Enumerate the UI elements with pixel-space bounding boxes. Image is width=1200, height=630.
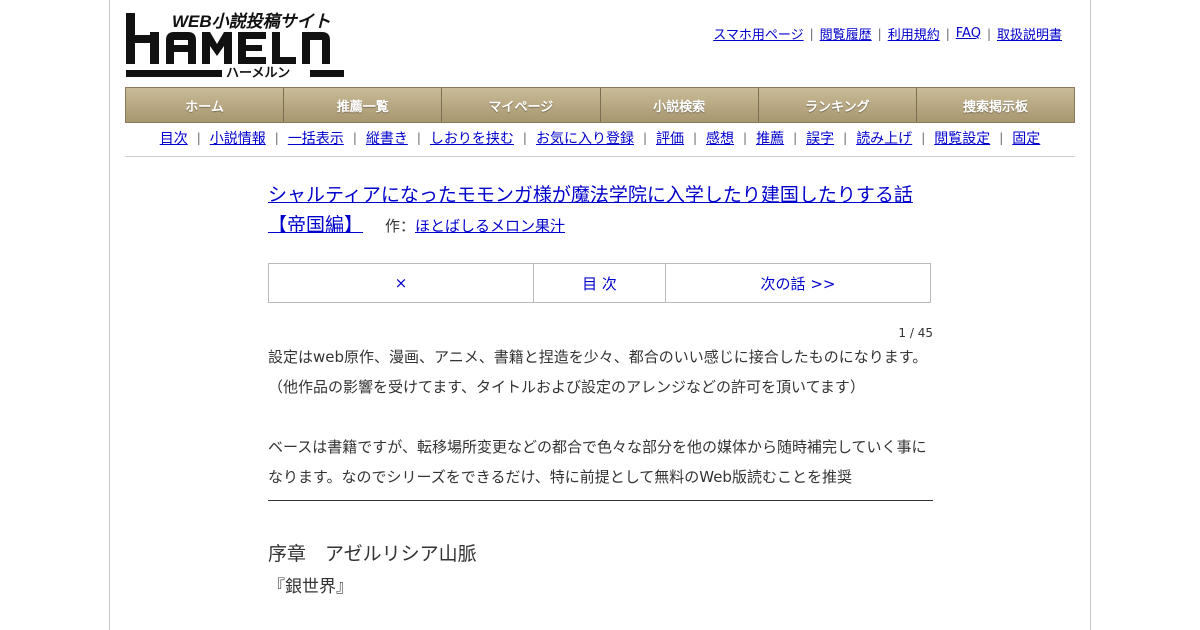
subnav-review[interactable]: 感想: [706, 128, 734, 148]
divider: [125, 156, 1075, 157]
nav-recommendations[interactable]: 推薦一覧: [284, 88, 443, 122]
preface-line: ベースは書籍ですが、転移場所変更などの都合で色々な部分を他の媒体から随時補完して…: [268, 438, 927, 486]
nav-search-board[interactable]: 捜索掲示板: [917, 88, 1074, 122]
page-container: WEB小説投稿サイト ハーメルン スマホ用ページ | 閲覧履歴 | 利用規約 |…: [109, 0, 1091, 630]
logo-kana: ハーメルン: [226, 65, 290, 80]
subnav-pin[interactable]: 固定: [1012, 128, 1040, 148]
preface: 設定はweb原作、漫画、アニメ、書籍と捏造を少々、都合のいい感じに接合したものに…: [268, 342, 933, 492]
global-nav: ホーム 推薦一覧 マイページ 小説検索 ランキング 捜索掲示板: [125, 87, 1075, 123]
chapter-heading: 序章 アゼルリシア山脈: [268, 543, 477, 565]
novel-sub-nav: 目次 | 小説情報 | 一括表示 | 縦書き | しおりを挟む | お気に入り登録 | 評価…: [125, 128, 1075, 148]
subnav-show-all[interactable]: 一括表示: [288, 128, 344, 148]
subnav-recommend[interactable]: 推薦: [756, 128, 784, 148]
nav-novel-search[interactable]: 小説検索: [601, 88, 759, 122]
logo-tagline: WEB小説投稿サイト: [172, 12, 331, 31]
faq-link[interactable]: FAQ: [956, 26, 981, 41]
main-content: シャルティアになったモモンガ様が魔法学院に入学したり建国したりする話【帝国編】作…: [268, 180, 933, 597]
nav-ranking[interactable]: ランキング: [759, 88, 917, 122]
story-title-block: シャルティアになったモモンガ様が魔法学院に入学したり建国したりする話【帝国編】作…: [268, 180, 933, 241]
nav-mypage[interactable]: マイページ: [442, 88, 601, 122]
terms-link[interactable]: 利用規約: [888, 24, 940, 43]
subnav-rate[interactable]: 評価: [656, 128, 684, 148]
author-link[interactable]: ほとばしるメロン果汁: [415, 217, 565, 235]
page-counter: 1 / 45: [898, 326, 933, 340]
story-title-link[interactable]: シャルティアになったモモンガ様が魔法学院に入学したり建国したりする話【帝国編】: [268, 184, 913, 236]
next-chapter-button[interactable]: 次の話 >>: [666, 264, 930, 302]
toc-button[interactable]: 目 次: [534, 264, 666, 302]
author-info: 作：ほとばしるメロン果汁: [385, 217, 565, 235]
subnav-bookmark[interactable]: しおりを挟む: [430, 128, 514, 148]
chapter-nav: × 目 次 次の話 >>: [268, 263, 931, 303]
chapter-subtitle: 『銀世界』: [268, 577, 353, 597]
subnav-view-settings[interactable]: 閲覧設定: [934, 128, 990, 148]
subnav-novel-info[interactable]: 小説情報: [210, 128, 266, 148]
nav-home[interactable]: ホーム: [126, 88, 285, 122]
author-prefix: 作：: [385, 217, 416, 235]
smartphone-page-link[interactable]: スマホ用ページ: [713, 24, 803, 43]
browsing-history-link[interactable]: 閲覧履歴: [820, 24, 872, 43]
subnav-typo[interactable]: 誤字: [806, 128, 834, 148]
close-button[interactable]: ×: [269, 264, 534, 302]
preface-divider: [268, 500, 933, 501]
subnav-read-aloud[interactable]: 読み上げ: [856, 128, 912, 148]
subnav-vertical[interactable]: 縦書き: [366, 128, 408, 148]
hameln-logo[interactable]: WEB小説投稿サイト ハーメルン: [126, 10, 346, 80]
subnav-toc[interactable]: 目次: [160, 128, 188, 148]
subnav-favorite[interactable]: お気に入り登録: [536, 128, 634, 148]
preface-line: 設定はweb原作、漫画、アニメ、書籍と捏造を少々、都合のいい感じに接合したものに…: [268, 348, 928, 366]
header-links: スマホ用ページ | 閲覧履歴 | 利用規約 | FAQ | 取扱説明書: [713, 24, 1062, 43]
preface-line: （他作品の影響を受けてます、タイトルおよび設定のアレンジなどの許可を頂いてます）: [268, 378, 865, 396]
manual-link[interactable]: 取扱説明書: [997, 24, 1062, 43]
